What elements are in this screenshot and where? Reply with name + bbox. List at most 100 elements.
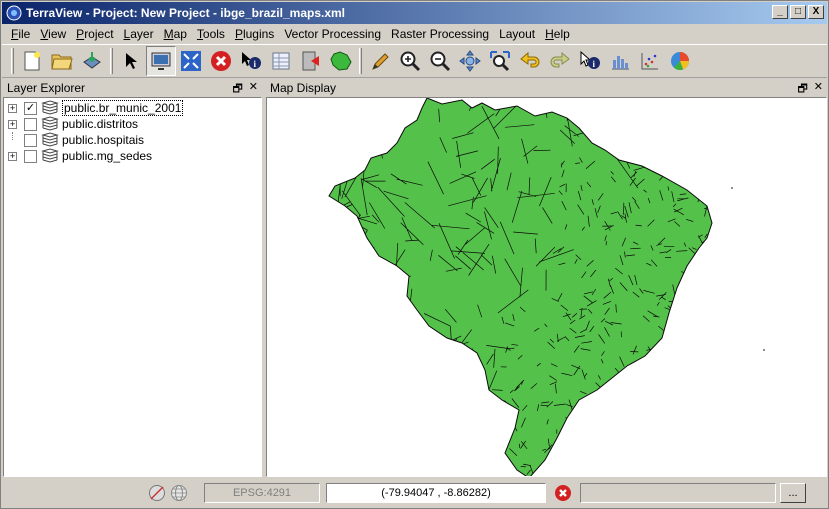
pencil-button[interactable] xyxy=(365,46,395,76)
map-area-button[interactable] xyxy=(326,46,356,76)
new-project-icon xyxy=(24,51,40,71)
more-button[interactable]: ... xyxy=(780,483,806,503)
expand-toggle[interactable]: + xyxy=(8,103,17,113)
previous-extent-icon xyxy=(520,51,540,68)
drawing-toggle-button[interactable] xyxy=(296,46,326,76)
menu-layout[interactable]: Layout xyxy=(494,27,540,41)
pan-icon xyxy=(459,50,481,72)
island-point xyxy=(731,187,733,189)
layer-row[interactable]: + public.mg_sedes xyxy=(4,148,261,164)
close-button[interactable]: X xyxy=(808,5,824,19)
menu-tools[interactable]: Tools xyxy=(192,27,230,41)
map-canvas[interactable] xyxy=(266,97,827,477)
menu-bar: File View Project Layer Map Tools Plugins Vecto… xyxy=(2,25,827,43)
stop-button[interactable] xyxy=(206,46,236,76)
menu-vector-processing[interactable]: Vector Processing xyxy=(279,27,386,41)
layer-name[interactable]: public.hospitais xyxy=(62,133,144,147)
stop-draw-icon xyxy=(211,51,231,71)
monitor-button[interactable] xyxy=(146,46,176,76)
map-area-icon xyxy=(330,51,352,71)
layer-visibility-checkbox[interactable] xyxy=(24,133,37,147)
layer-visibility-checkbox[interactable] xyxy=(24,149,37,163)
map-display-header: Map Display 🗗 ✕ xyxy=(266,79,827,96)
menu-view[interactable]: View xyxy=(35,27,71,41)
menu-file[interactable]: File xyxy=(6,27,35,41)
srs-disabled-button[interactable] xyxy=(146,482,168,504)
menu-mnemonic: V xyxy=(40,27,49,41)
drawing-toggle-icon xyxy=(302,51,319,71)
menu-project[interactable]: Project xyxy=(71,27,118,41)
brazil-municipalities-map[interactable] xyxy=(267,98,827,477)
expand-toggle[interactable]: + xyxy=(8,119,17,129)
select-pointer-icon xyxy=(126,53,137,69)
progress-field xyxy=(580,483,776,503)
stop-rendering-button[interactable] xyxy=(552,482,574,504)
toolbar-grip[interactable] xyxy=(110,48,113,74)
zoom-out-button[interactable] xyxy=(425,46,455,76)
terraview-app-icon xyxy=(6,5,22,21)
layer-visibility-checkbox[interactable] xyxy=(24,117,37,131)
menu-help[interactable]: Help xyxy=(540,27,575,41)
previous-extent-button[interactable] xyxy=(515,46,545,76)
data-table-icon xyxy=(272,52,290,70)
pie-chart-button[interactable] xyxy=(665,46,695,76)
globe-button[interactable] xyxy=(168,482,190,504)
info-cursor-button[interactable]: i xyxy=(236,46,266,76)
menu-label: lugins xyxy=(242,27,275,41)
maximize-button[interactable]: □ xyxy=(790,5,806,19)
layer-explorer-title: Layer Explorer xyxy=(7,80,86,95)
menu-label: ap xyxy=(173,27,187,41)
menu-layer[interactable]: Layer xyxy=(119,27,159,41)
coordinates-field: (-79.94047 , -8.86282) xyxy=(326,483,546,503)
map-display-title: Map Display xyxy=(270,80,337,95)
layer-row[interactable]: + public.distritos xyxy=(4,116,261,132)
histogram-icon xyxy=(612,56,629,70)
toolbar-grip[interactable] xyxy=(11,48,14,74)
layer-explorer-tree: + ✓ public.br_munic_2001 + public.distritos p… xyxy=(3,97,262,477)
tree-connector xyxy=(12,132,13,140)
title-bar: TerraView - Project: New Project - ibge_… xyxy=(2,2,827,24)
minimize-button[interactable]: _ xyxy=(772,5,788,19)
zoom-in-button[interactable] xyxy=(395,46,425,76)
open-project-button[interactable] xyxy=(47,46,77,76)
layer-explorer-header: Layer Explorer 🗗 ✕ xyxy=(3,79,262,96)
pan-button[interactable] xyxy=(455,46,485,76)
scatter-icon xyxy=(641,53,658,70)
save-project-button[interactable] xyxy=(77,46,107,76)
menu-label: Layout xyxy=(499,27,536,41)
layer-name[interactable]: public.mg_sedes xyxy=(62,149,152,163)
zoom-extent-button[interactable] xyxy=(176,46,206,76)
layer-visibility-checkbox[interactable]: ✓ xyxy=(24,101,37,115)
menu-map[interactable]: Map xyxy=(159,27,192,41)
layer-stack-icon xyxy=(41,148,59,163)
menu-raster-processing[interactable]: Raster Processing xyxy=(386,27,494,41)
selection-monitor-icon xyxy=(151,52,171,70)
data-table-button[interactable] xyxy=(266,46,296,76)
pointer-button[interactable] xyxy=(116,46,146,76)
next-extent-button[interactable] xyxy=(545,46,575,76)
pencil-icon xyxy=(372,53,389,70)
stop-icon xyxy=(555,485,571,501)
scatter-button[interactable] xyxy=(635,46,665,76)
menu-label: Raster Processing xyxy=(391,27,490,41)
layer-stack-icon xyxy=(41,100,59,115)
new-project-button[interactable] xyxy=(17,46,47,76)
histogram-button[interactable] xyxy=(605,46,635,76)
layer-name[interactable]: public.distritos xyxy=(62,117,138,131)
zoom-area-button[interactable] xyxy=(485,46,515,76)
layer-row[interactable]: public.hospitais xyxy=(4,132,261,148)
main-toolbar: i i xyxy=(2,44,827,78)
save-project-icon xyxy=(83,52,101,69)
layer-name[interactable]: public.br_munic_2001 xyxy=(62,100,184,116)
zoom-out-icon xyxy=(430,51,451,72)
menu-plugins[interactable]: Plugins xyxy=(230,27,279,41)
zoom-extent-icon xyxy=(181,51,201,71)
menu-label: ile xyxy=(18,27,31,41)
toolbar-grip[interactable] xyxy=(359,48,362,74)
layer-row[interactable]: + ✓ public.br_munic_2001 xyxy=(4,100,261,116)
menu-mnemonic: P xyxy=(76,27,85,41)
expand-toggle[interactable]: + xyxy=(8,151,17,161)
info-button[interactable]: i xyxy=(575,46,605,76)
status-bar: EPSG:4291 (-79.94047 , -8.86282) ... xyxy=(2,480,827,506)
layer-stack-icon xyxy=(41,132,59,147)
